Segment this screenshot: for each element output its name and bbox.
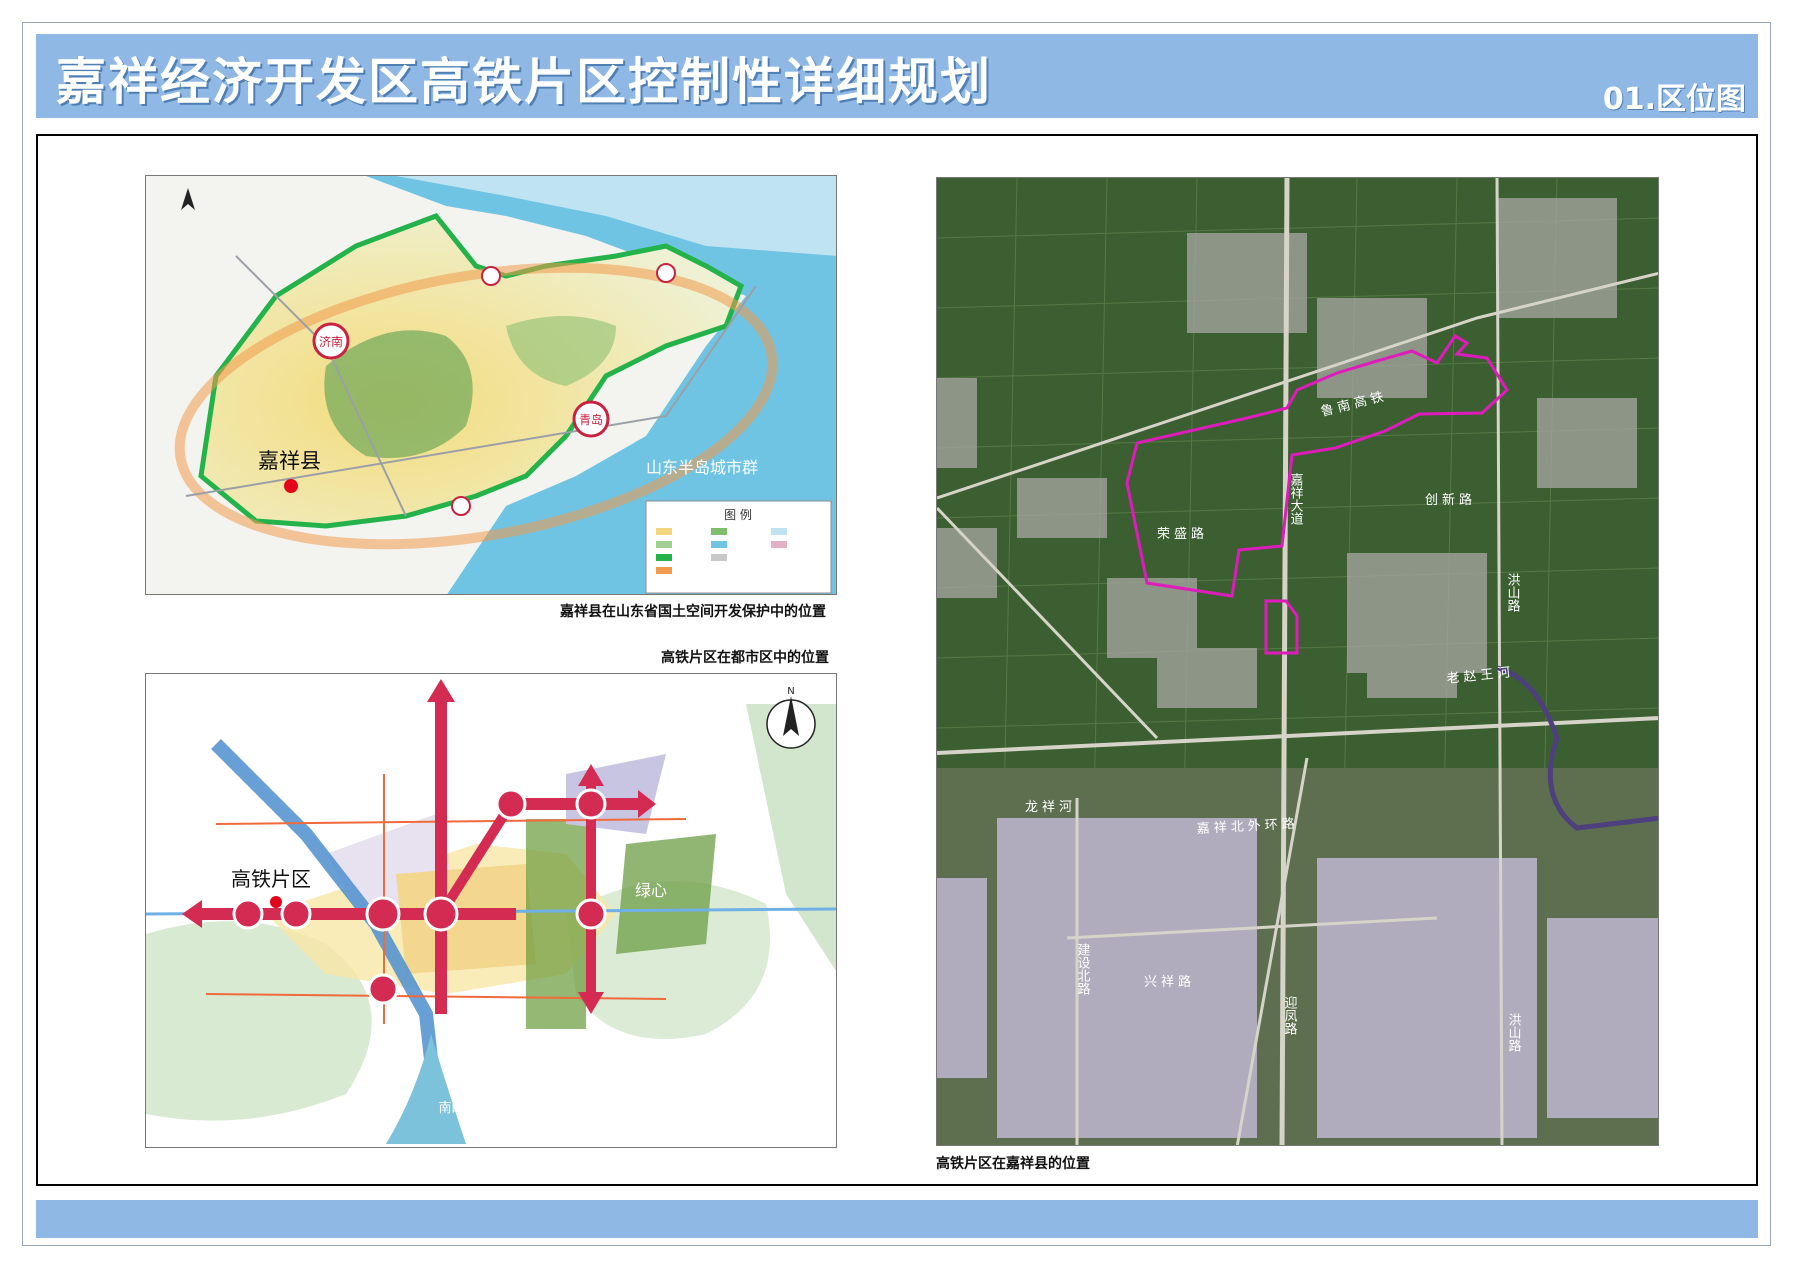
- place-label-jiaxiang: 嘉祥县: [258, 449, 321, 473]
- svg-text:N: N: [787, 686, 794, 697]
- label-rongsheng-road: 荣盛路: [1157, 526, 1208, 542]
- label-yingfeng-road: 迎凤路: [1282, 996, 1298, 1035]
- map-metro: N 高铁片区 绿心 南四湖: [145, 673, 837, 1148]
- location-dot: [270, 896, 282, 908]
- legend-title: 图 例: [724, 508, 752, 522]
- sheet-label: 01.区位图: [1602, 82, 1746, 117]
- label-longxiang-river: 龙祥河: [1025, 800, 1076, 815]
- green-core-label: 绿心: [635, 881, 667, 900]
- city-label-jinan: 济南: [319, 334, 343, 349]
- city-label-qingdao: 青岛: [579, 412, 603, 427]
- map-satellite-graphic: 鲁南高铁 嘉祥大道 荣盛路 创新路 洪山路 老赵王河 龙祥河 嘉祥北外环路 建设…: [937, 178, 1658, 1145]
- label-chuangxin-road: 创新路: [1425, 492, 1476, 508]
- map-shandong-graphic: 济南 青岛 嘉祥县 山东半岛城市群 图 例: [146, 176, 836, 594]
- label-hongshan-road-south: 洪山路: [1506, 1013, 1522, 1052]
- legend: 图 例: [645, 500, 832, 594]
- map-shandong: 济南 青岛 嘉祥县 山东半岛城市群 图 例: [145, 175, 837, 595]
- caption-map-satellite: 高铁片区在嘉祥县的位置: [936, 1156, 1090, 1172]
- header-banner: 嘉祥经济开发区高铁片区控制性详细规划 01.区位图: [36, 34, 1758, 118]
- label-jiaxiang-ave: 嘉祥大道: [1288, 473, 1304, 525]
- caption-map-metro: 高铁片区在都市区中的位置: [661, 650, 829, 666]
- label-xingxiang-road: 兴祥路: [1144, 974, 1195, 990]
- footer-banner: [36, 1200, 1758, 1238]
- label-jianshe-north-road: 建设北路: [1075, 943, 1091, 995]
- place-label-hsr-area: 高铁片区: [231, 867, 311, 891]
- label-hongshan-road: 洪山路: [1505, 573, 1521, 612]
- lake-label: 南四湖: [438, 1100, 477, 1116]
- location-dot: [284, 479, 298, 493]
- map-satellite: 鲁南高铁 嘉祥大道 荣盛路 创新路 洪山路 老赵王河 龙祥河 嘉祥北外环路 建设…: [936, 177, 1659, 1146]
- city-marker-jinan: 济南: [312, 322, 350, 360]
- map-metro-graphic: N 高铁片区 绿心 南四湖: [146, 674, 836, 1147]
- city-marker-qingdao: 青岛: [572, 400, 610, 438]
- region-label: 山东半岛城市群: [646, 458, 758, 477]
- caption-map-shandong: 嘉祥县在山东省国土空间开发保护中的位置: [560, 604, 826, 620]
- page-title: 嘉祥经济开发区高铁片区控制性详细规划: [56, 53, 992, 111]
